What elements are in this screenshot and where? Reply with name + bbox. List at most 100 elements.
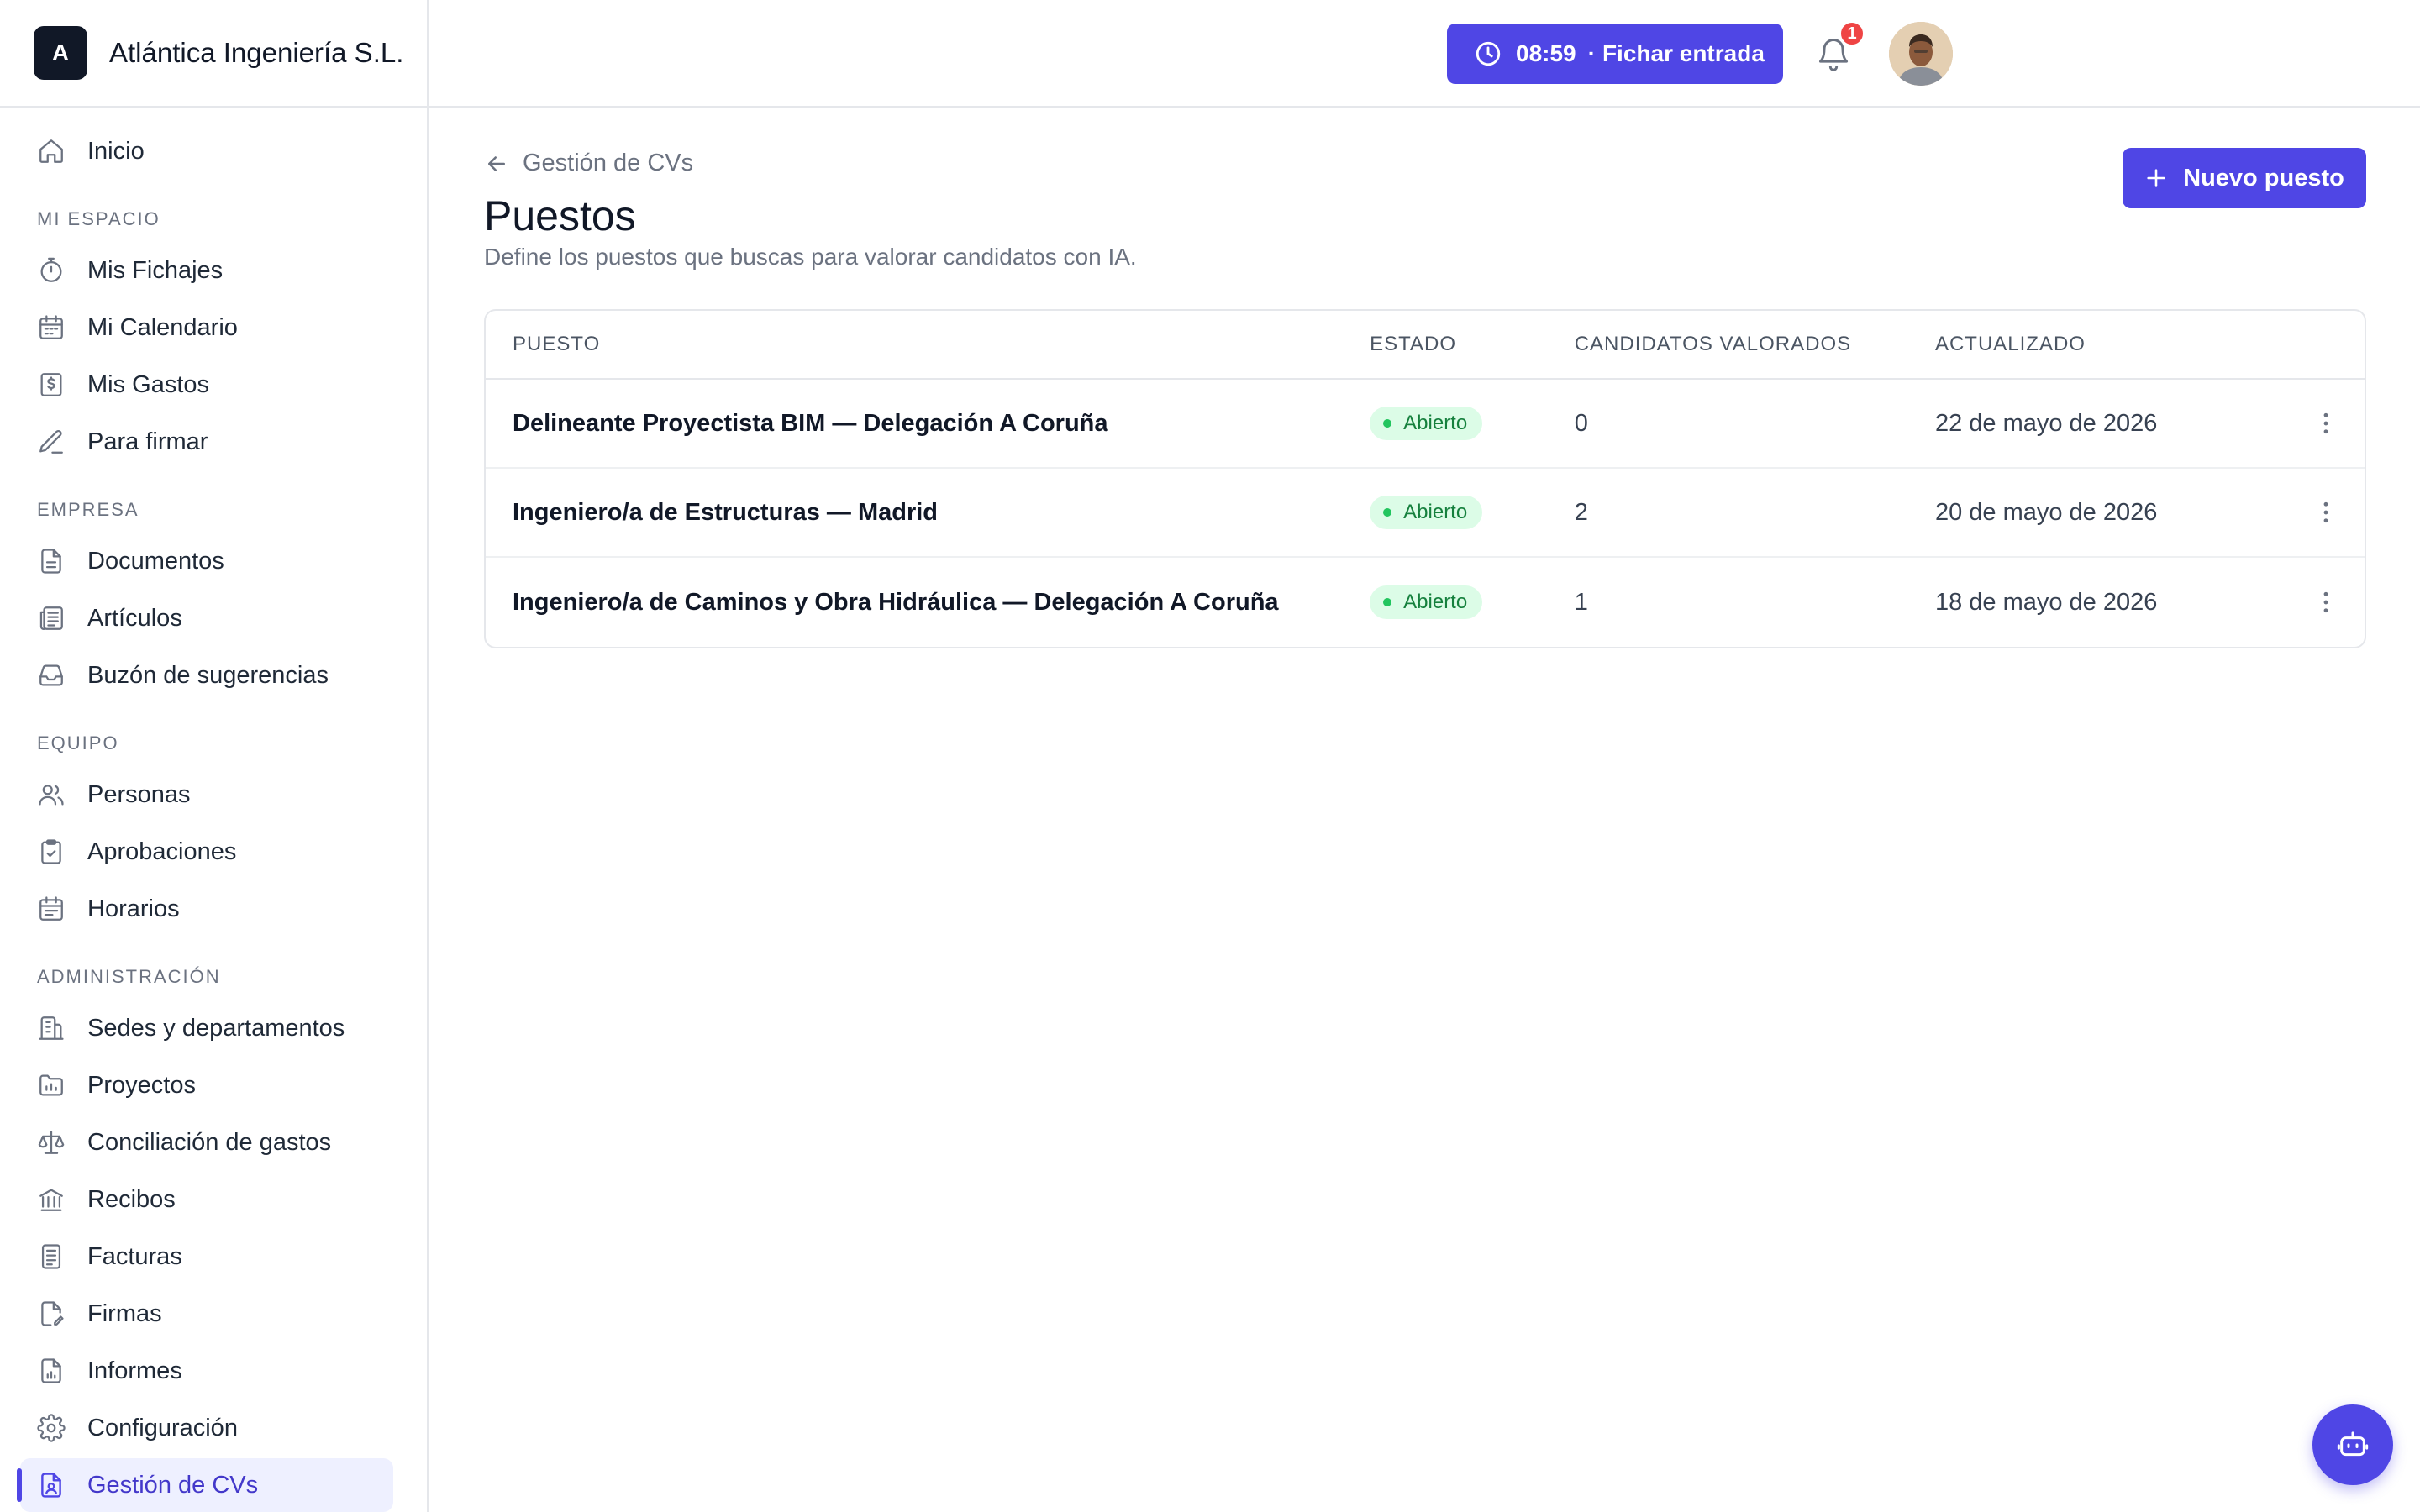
sidebar-item-label: Personas: [87, 780, 191, 808]
updated-date: 20 de mayo de 2026: [1934, 498, 2158, 526]
row-menu-cell: [2287, 497, 2365, 528]
inbox-icon: [39, 664, 63, 686]
users-icon: [39, 785, 64, 806]
sidebar-item-mi-calendario[interactable]: Mi Calendario: [20, 301, 393, 354]
sidebar-item-label: Mi Calendario: [87, 313, 238, 341]
section-title-empresa: EMPRESA: [37, 499, 139, 520]
sidebar-item-label: Inicio: [87, 137, 145, 165]
bot-icon: [2337, 1431, 2369, 1457]
sidebar-item-label: Mis Gastos: [87, 370, 210, 398]
header-puesto[interactable]: PUESTO: [486, 333, 1370, 356]
status-cell: Abierto: [1370, 407, 1575, 440]
avatar[interactable]: [1889, 22, 1953, 86]
receipt-dollar-icon: [40, 373, 62, 396]
sidebar-item-label: Aprobaciones: [87, 837, 237, 865]
sidebar-item-label: Artículos: [87, 604, 182, 632]
file-signature-icon: [41, 1301, 64, 1326]
position-name[interactable]: Ingeniero/a de Estructuras — Madrid: [486, 499, 1370, 527]
sidebar-item-configuracion[interactable]: Configuración: [20, 1401, 393, 1455]
sidebar-item-gestion-cvs[interactable]: Gestión de CVs: [17, 1458, 393, 1512]
top-bar: [429, 0, 2420, 108]
clock-separator: ·: [1587, 40, 1596, 66]
candidates-count: 0: [1574, 409, 1588, 437]
sidebar-item-mis-gastos[interactable]: Mis Gastos: [20, 358, 393, 412]
sidebar-item-documentos[interactable]: Documentos: [20, 534, 393, 588]
sidebar-item-para-firmar[interactable]: Para firmar: [20, 415, 393, 469]
sidebar-item-label: Horarios: [87, 895, 180, 922]
table-row[interactable]: Ingeniero/a de Caminos y Obra Hidráulica…: [486, 558, 2365, 647]
arrow-left-icon: [488, 155, 505, 171]
header-candidatos[interactable]: CANDIDATOS VALORADOS: [1575, 333, 1935, 356]
sidebar-item-label: Firmas: [87, 1299, 162, 1327]
clock-in-button[interactable]: 08:59 · Fichar entrada: [1447, 24, 1783, 84]
status-label: Abierto: [1403, 591, 1468, 613]
sidebar-item-sedes-departamentos[interactable]: Sedes y departamentos: [20, 1001, 393, 1055]
table-row[interactable]: Ingeniero/a de Estructuras — Madrid Abie…: [486, 469, 2365, 558]
more-vertical-icon[interactable]: [2311, 408, 2341, 438]
sidebar-item-proyectos[interactable]: Proyectos: [20, 1058, 393, 1112]
home-icon: [39, 139, 63, 163]
calendar-icon: [39, 315, 63, 339]
sidebar-item-inicio[interactable]: Inicio: [20, 124, 393, 178]
assistant-button[interactable]: [2312, 1404, 2393, 1485]
back-link[interactable]: Gestión de CVs: [484, 150, 693, 177]
sidebar-item-label: Proyectos: [87, 1071, 196, 1099]
back-link-label: Gestión de CVs: [523, 150, 694, 176]
new-position-label: Nuevo puesto: [2183, 164, 2344, 192]
status-badge: Abierto: [1370, 407, 1483, 440]
status-cell: Abierto: [1370, 585, 1575, 619]
sidebar-item-facturas[interactable]: Facturas: [20, 1230, 393, 1284]
gear-icon: [37, 1414, 66, 1442]
brand[interactable]: A Atlántica Ingeniería S.L.: [0, 0, 427, 108]
table-header: PUESTO ESTADO CANDIDATOS VALORADOS ACTUA…: [486, 311, 2365, 380]
header-estado[interactable]: ESTADO: [1370, 333, 1575, 356]
sidebar-nav: Inicio MI ESPACIO Mis Fichajes Mi Calend…: [0, 108, 427, 1512]
status-cell: Abierto: [1370, 496, 1575, 529]
brand-logo: A: [34, 26, 87, 80]
sidebar-item-articulos[interactable]: Artículos: [20, 591, 393, 645]
header-actualizado[interactable]: ACTUALIZADO: [1935, 333, 2287, 356]
sidebar-item-recibos[interactable]: Recibos: [20, 1173, 393, 1226]
clipboard-check-icon: [41, 839, 61, 864]
section-title-mi-espacio: MI ESPACIO: [37, 208, 160, 229]
sidebar-item-mis-fichajes[interactable]: Mis Fichajes: [20, 244, 393, 297]
user-avatar-icon: [1889, 22, 1953, 86]
sidebar-item-label: Recibos: [87, 1185, 176, 1213]
sidebar-item-label: Buzón de sugerencias: [87, 661, 329, 689]
position-name[interactable]: Ingeniero/a de Caminos y Obra Hidráulica…: [486, 589, 1370, 617]
sidebar-item-label: Sedes y departamentos: [87, 1014, 345, 1042]
status-dot: [1383, 598, 1392, 606]
file-chart-icon: [41, 1358, 61, 1383]
sidebar-item-aprobaciones[interactable]: Aprobaciones: [20, 825, 393, 879]
pen-icon: [39, 429, 63, 454]
sidebar-item-label: Mis Fichajes: [87, 256, 224, 284]
sidebar-item-horarios[interactable]: Horarios: [20, 882, 393, 936]
new-position-button[interactable]: Nuevo puesto: [2123, 148, 2366, 208]
more-vertical-icon[interactable]: [2311, 497, 2341, 528]
newspaper-icon: [39, 606, 63, 630]
plus-icon: [2147, 169, 2165, 187]
section-title-equipo: EQUIPO: [37, 732, 119, 753]
file-user-icon: [41, 1473, 61, 1498]
more-vertical-icon[interactable]: [2311, 587, 2341, 617]
sidebar-item-personas[interactable]: Personas: [20, 768, 393, 822]
row-menu-cell: [2287, 408, 2365, 438]
page-title: Puestos: [484, 192, 636, 239]
sidebar-item-label: Gestión de CVs: [87, 1471, 259, 1499]
candidates-count: 2: [1574, 498, 1588, 526]
row-menu-cell: [2287, 587, 2365, 617]
invoice-icon: [41, 1244, 61, 1269]
sidebar-item-label: Configuración: [87, 1414, 238, 1441]
sidebar-item-informes[interactable]: Informes: [20, 1344, 393, 1398]
position-name[interactable]: Delineante Proyectista BIM — Delegación …: [486, 410, 1370, 438]
sidebar-item-firmas[interactable]: Firmas: [20, 1287, 393, 1341]
page-subtitle: Define los puestos que buscas para valor…: [484, 244, 1137, 270]
section-title-administracion: ADMINISTRACIÓN: [37, 966, 221, 987]
table-row[interactable]: Delineante Proyectista BIM — Delegación …: [486, 380, 2365, 469]
positions-table: PUESTO ESTADO CANDIDATOS VALORADOS ACTUA…: [484, 309, 2366, 648]
sidebar-item-buzon-sugerencias[interactable]: Buzón de sugerencias: [20, 648, 393, 702]
sidebar-item-conciliacion-gastos[interactable]: Conciliación de gastos: [20, 1116, 393, 1169]
sidebar-item-label: Conciliación de gastos: [87, 1128, 332, 1156]
building-icon: [39, 1016, 64, 1040]
clock-action-label: Fichar entrada: [1602, 40, 1765, 66]
